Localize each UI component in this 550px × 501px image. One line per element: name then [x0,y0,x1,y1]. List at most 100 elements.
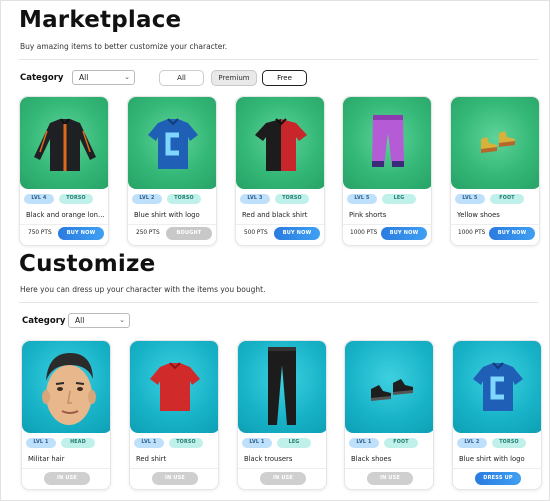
item-thumbnail [345,341,433,433]
pink-pants-icon [372,115,404,167]
item-name: Red and black shirt [242,211,308,219]
type-badge: FOOT [490,194,524,204]
dress-up-button[interactable]: DRESS UP [475,472,521,485]
level-badge: LVL 1 [134,438,164,448]
item-thumbnail [20,97,108,189]
level-badge: LVL 1 [26,438,56,448]
marketplace-subtitle: Buy amazing items to better customize yo… [20,42,228,51]
filter-free-button[interactable]: Free [262,70,307,86]
buy-now-button[interactable]: BUY NOW [58,227,104,240]
type-badge: FOOT [384,438,418,448]
customize-card[interactable]: LVL 1 LEG Black trousers IN USE [237,340,327,490]
chevron-down-icon: ⌄ [119,316,125,324]
level-badge: LVL 1 [242,438,272,448]
item-name: Blue shirt with logo [134,211,200,219]
divider [451,224,539,225]
market-card[interactable]: LVL 5 FOOT Yellow shoes 1000 PTS BUY NOW [450,96,540,246]
type-badge: LEG [382,194,416,204]
filter-premium-button[interactable]: Premium [211,70,257,86]
item-thumbnail [22,341,110,433]
type-badge: LEG [277,438,311,448]
buy-now-button[interactable]: BUY NOW [381,227,427,240]
market-card[interactable]: LVL 3 TORSO Red and black shirt 500 PTS … [235,96,325,246]
red-shirt-icon [150,362,200,411]
divider [22,468,110,469]
yellow-shoes-icon [481,131,515,153]
category-select-value: All [75,316,85,325]
level-badge: LVL 5 [347,194,377,204]
item-thumbnail [236,97,324,189]
category-label: Category [20,73,64,83]
type-badge: TORSO [59,194,93,204]
item-name: Militar hair [28,455,65,463]
customize-card[interactable]: LVL 2 TORSO Blue shirt with logo DRESS U… [452,340,542,490]
divider [128,224,216,225]
chevron-down-icon: ⌄ [124,73,130,81]
divider [238,468,326,469]
divider [236,224,324,225]
level-badge: LVL 4 [24,194,54,204]
divider [453,468,541,469]
character-head-icon [42,353,96,425]
type-badge: TORSO [492,438,526,448]
long-sleeve-shirt-icon [34,118,96,171]
item-name: Pink shorts [349,211,387,219]
item-price: 500 PTS [244,230,268,236]
item-price: 1000 PTS [350,230,378,236]
item-price: 250 PTS [136,230,160,236]
in-use-button[interactable]: IN USE [260,472,306,485]
customize-title: Customize [19,251,156,277]
level-badge: LVL 5 [455,194,485,204]
market-card[interactable]: LVL 5 LEG Pink shorts 1000 PTS BUY NOW [342,96,432,246]
in-use-button[interactable]: IN USE [152,472,198,485]
market-card[interactable]: LVL 4 TORSO Black and orange long sleeve… [19,96,109,246]
divider [345,468,433,469]
black-trousers-icon [268,347,296,425]
item-thumbnail [130,341,218,433]
item-thumbnail [128,97,216,189]
level-badge: LVL 1 [349,438,379,448]
blue-shirt-icon [473,362,523,411]
item-name: Yellow shoes [457,211,500,219]
page: Marketplace Buy amazing items to better … [0,0,550,501]
customize-subtitle: Here you can dress up your character wit… [20,285,266,294]
customize-card[interactable]: LVL 1 FOOT Black shoes IN USE [344,340,434,490]
buy-now-button[interactable]: BUY NOW [489,227,535,240]
divider [20,224,108,225]
buy-now-button[interactable]: BUY NOW [274,227,320,240]
in-use-button[interactable]: IN USE [367,472,413,485]
level-badge: LVL 3 [240,194,270,204]
category-select-value: All [79,73,89,82]
type-badge: TORSO [169,438,203,448]
market-card[interactable]: LVL 2 TORSO Blue shirt with logo 250 PTS… [127,96,217,246]
marketplace-title: Marketplace [19,7,182,33]
divider [19,302,538,303]
item-price: 750 PTS [28,230,52,236]
category-select[interactable]: All ⌄ [72,70,135,85]
category-label: Category [22,316,66,326]
item-name: Black shoes [351,455,392,463]
customize-card[interactable]: LVL 1 HEAD Militar hair IN USE [21,340,111,490]
item-thumbnail [343,97,431,189]
customize-card[interactable]: LVL 1 TORSO Red shirt IN USE [129,340,219,490]
item-thumbnail [238,341,326,433]
item-name: Blue shirt with logo [459,455,525,463]
level-badge: LVL 2 [457,438,487,448]
item-name: Black and orange long sleeve shirt [26,211,106,219]
red-black-shirt-icon [255,118,307,171]
item-price: 1000 PTS [458,230,486,236]
item-name: Black trousers [244,455,293,463]
divider [343,224,431,225]
level-badge: LVL 2 [132,194,162,204]
type-badge: HEAD [61,438,95,448]
type-badge: TORSO [275,194,309,204]
item-name: Red shirt [136,455,167,463]
divider [130,468,218,469]
bought-button[interactable]: BOUGHT [166,227,212,240]
in-use-button[interactable]: IN USE [44,472,90,485]
item-thumbnail [451,97,539,189]
filter-all-button[interactable]: All [159,70,204,86]
black-shoes-icon [371,379,413,401]
type-badge: TORSO [167,194,201,204]
category-select[interactable]: All ⌄ [68,313,130,328]
